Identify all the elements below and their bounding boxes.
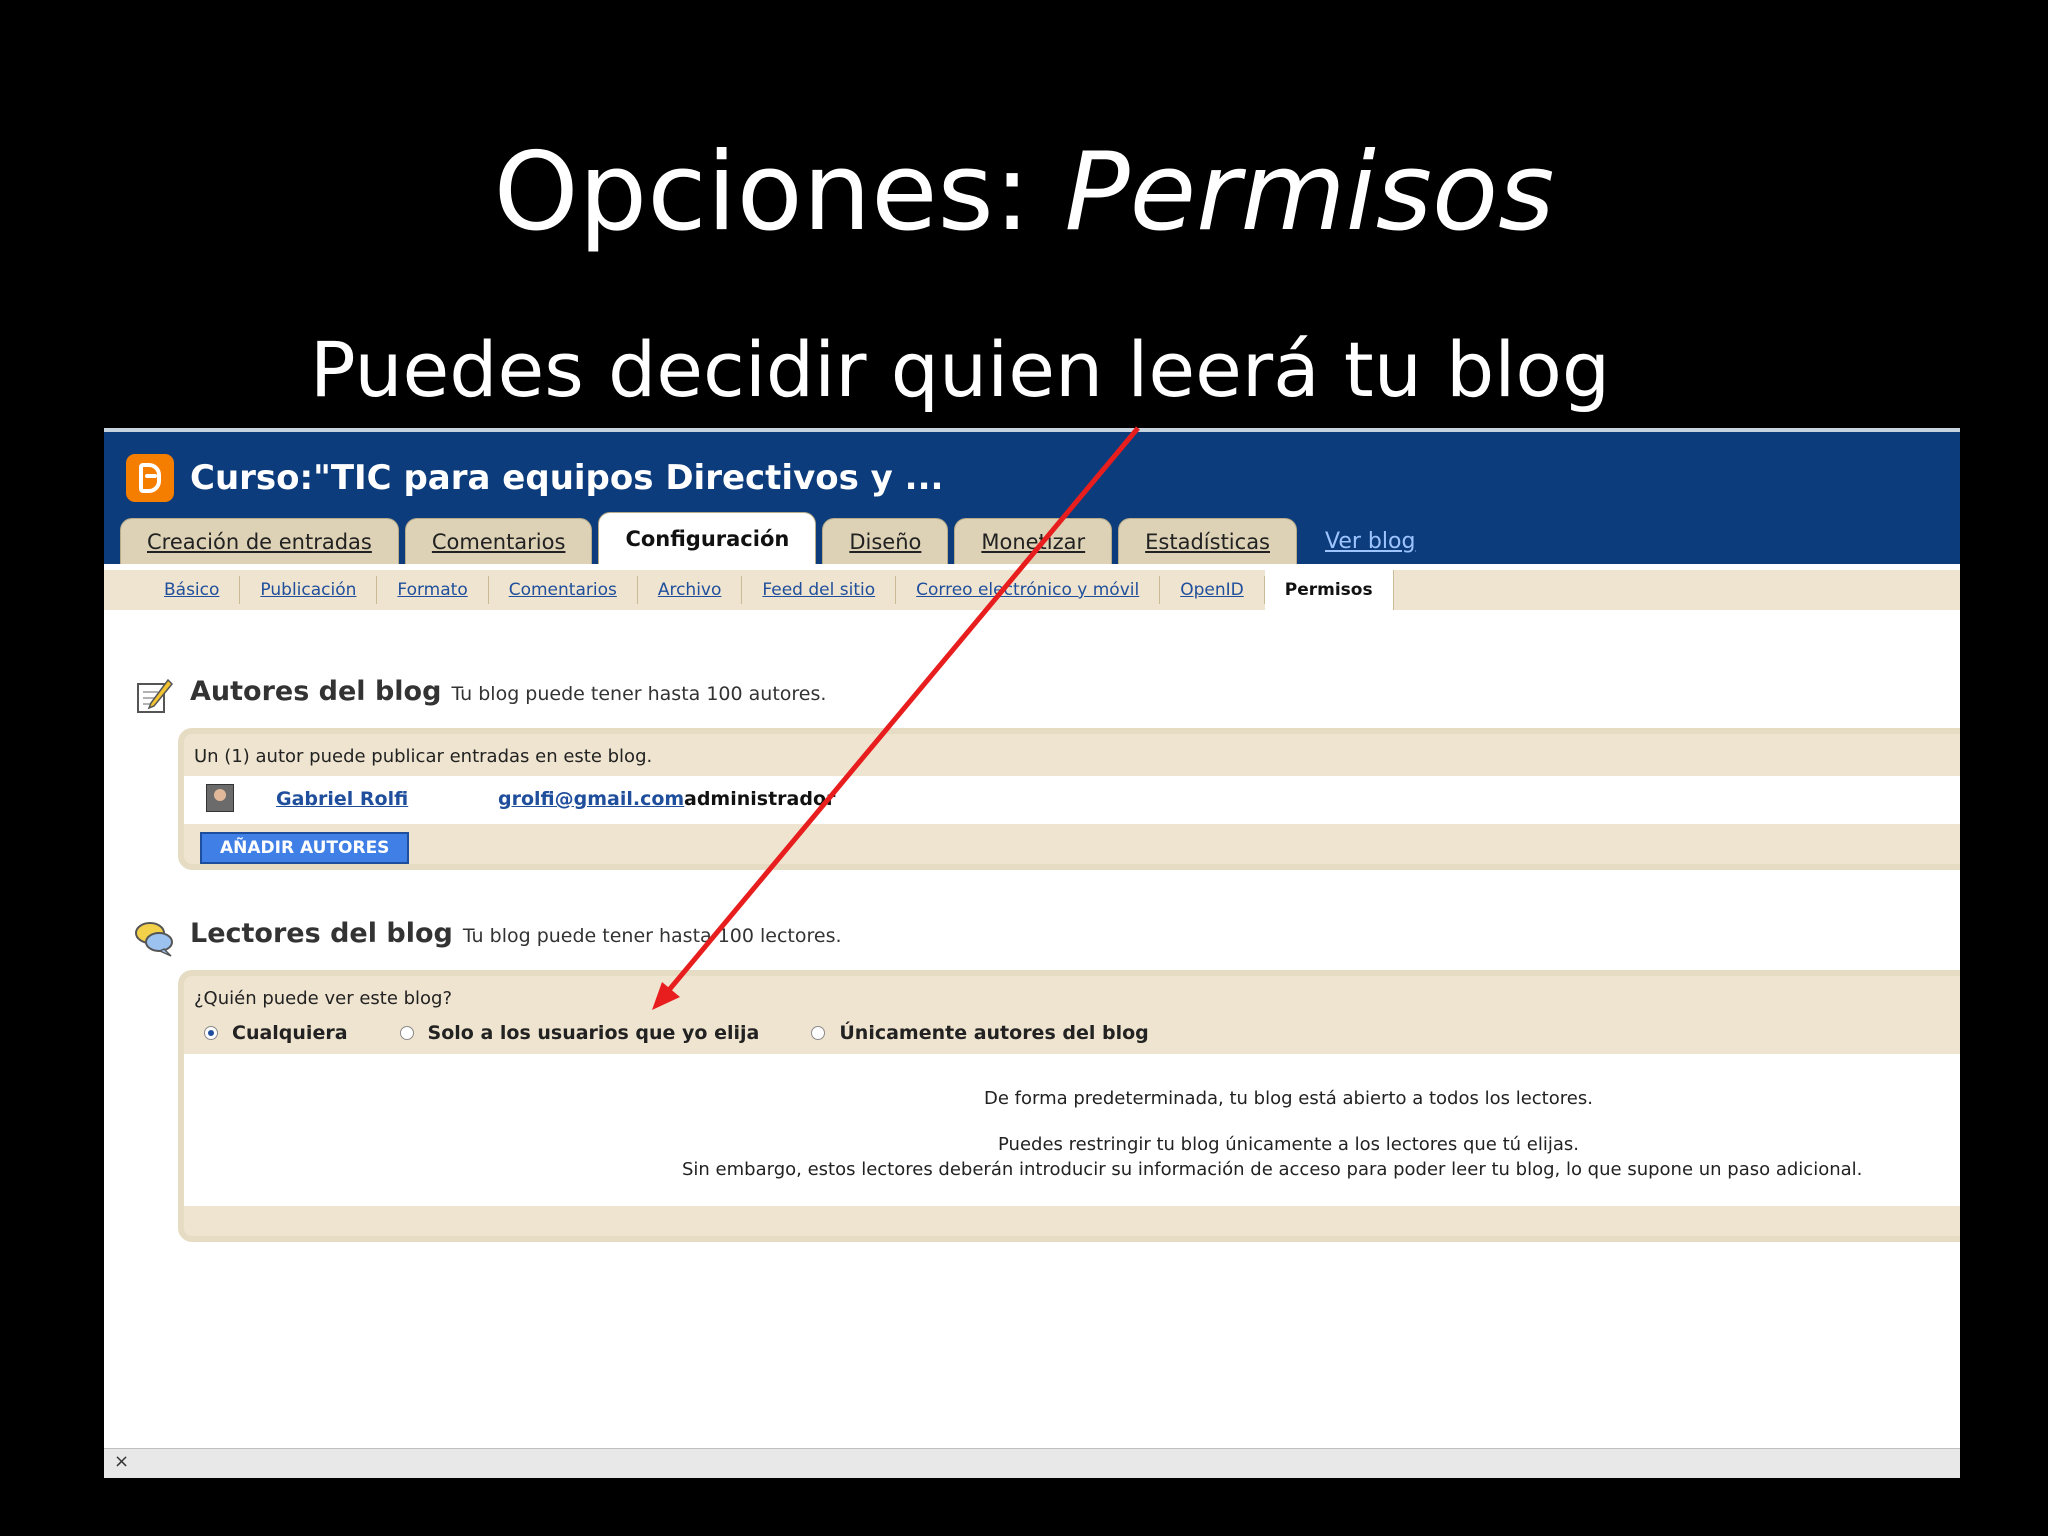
- radio-solo-autores[interactable]: [811, 1026, 826, 1040]
- readers-options: Cualquiera Solo a los usuarios que yo el…: [204, 1022, 1201, 1044]
- author-email-link[interactable]: grolfi@gmail.com: [498, 788, 684, 810]
- authors-note: Tu blog puede tener hasta 100 autores.: [451, 683, 827, 705]
- slide-title: Opciones: Permisos: [0, 128, 2048, 258]
- readers-info-default: De forma predeterminada, tu blog está ab…: [984, 1088, 1593, 1109]
- author-name-link[interactable]: Gabriel Rolfi: [276, 788, 408, 810]
- slide-title-prefix: Opciones:: [493, 130, 1065, 255]
- radio-label-solo-autores[interactable]: Únicamente autores del blog: [839, 1022, 1148, 1044]
- status-bar: ×: [104, 1448, 1960, 1478]
- readers-panel: ¿Quién puede ver este blog? Cualquiera S…: [178, 970, 1960, 1242]
- main-tabs: Creación de entradas Comentarios Configu…: [120, 512, 1415, 564]
- slide-subtitle: Puedes decidir quien leerá tu blog: [309, 325, 1611, 414]
- authors-title: Autores del blog: [190, 676, 442, 707]
- subtab-openid[interactable]: OpenID: [1160, 576, 1265, 604]
- authors-section-head: Autores del blog Tu blog puede tener has…: [134, 676, 826, 716]
- readers-info-restrict: Puedes restringir tu blog únicamente a l…: [998, 1134, 1579, 1155]
- tab-monetizar[interactable]: Monetizar: [954, 518, 1113, 564]
- close-icon[interactable]: ×: [114, 1451, 129, 1472]
- radio-label-cualquiera[interactable]: Cualquiera: [232, 1022, 348, 1044]
- blog-name: Curso:"TIC para equipos Directivos y ...: [190, 458, 944, 498]
- chat-bubbles-icon: [135, 922, 173, 957]
- view-blog-link[interactable]: Ver blog: [1325, 518, 1415, 564]
- subtab-comentarios[interactable]: Comentarios: [489, 576, 638, 604]
- tab-comentarios[interactable]: Comentarios: [404, 518, 593, 564]
- readers-section-head: Lectores del blog Tu blog puede tener ha…: [134, 918, 842, 958]
- radio-cualquiera[interactable]: [204, 1026, 218, 1040]
- radio-usuarios-elegidos[interactable]: [399, 1026, 414, 1040]
- tab-creacion-de-entradas[interactable]: Creación de entradas: [120, 518, 399, 564]
- subtab-archivo[interactable]: Archivo: [638, 576, 743, 604]
- avatar: [206, 784, 234, 812]
- tab-estadisticas[interactable]: Estadísticas: [1118, 518, 1297, 564]
- author-role: administrador: [684, 788, 836, 810]
- authors-panel: Un (1) autor puede publicar entradas en …: [178, 728, 1960, 870]
- subtab-basico[interactable]: Básico: [144, 576, 241, 604]
- author-row: Gabriel Rolfi grolfi@gmail.com administr…: [184, 776, 1960, 824]
- notepad-pencil-icon: [137, 678, 174, 713]
- slide-title-emphasis: Permisos: [1064, 130, 1555, 255]
- blogger-logo-icon[interactable]: [126, 454, 174, 502]
- readers-title: Lectores del blog: [190, 918, 453, 949]
- readers-info-box: De forma predeterminada, tu blog está ab…: [184, 1054, 1960, 1206]
- readers-question: ¿Quién puede ver este blog?: [194, 988, 453, 1009]
- authors-count-line: Un (1) autor puede publicar entradas en …: [194, 746, 653, 767]
- radio-label-usuarios-elegidos[interactable]: Solo a los usuarios que yo elija: [428, 1022, 760, 1044]
- blogger-screenshot: Curso:"TIC para equipos Directivos y ...…: [104, 428, 1960, 1478]
- subtab-formato[interactable]: Formato: [377, 576, 489, 604]
- subtab-correo-y-movil[interactable]: Correo electrónico y móvil: [896, 576, 1161, 604]
- readers-note: Tu blog puede tener hasta 100 lectores.: [462, 925, 842, 947]
- blog-header: Curso:"TIC para equipos Directivos y ...…: [104, 432, 1960, 564]
- add-authors-button[interactable]: AÑADIR AUTORES: [200, 832, 410, 864]
- settings-subtabs: Básico Publicación Formato Comentarios A…: [104, 564, 1960, 610]
- readers-info-note: Sin embargo, estos lectores deberán intr…: [682, 1159, 1863, 1180]
- subtab-permisos[interactable]: Permisos: [1264, 570, 1394, 610]
- tab-configuracion[interactable]: Configuración: [598, 512, 817, 564]
- tab-diseno[interactable]: Diseño: [822, 518, 949, 564]
- subtab-feed-del-sitio[interactable]: Feed del sitio: [742, 576, 897, 604]
- subtab-publicacion[interactable]: Publicación: [240, 576, 378, 604]
